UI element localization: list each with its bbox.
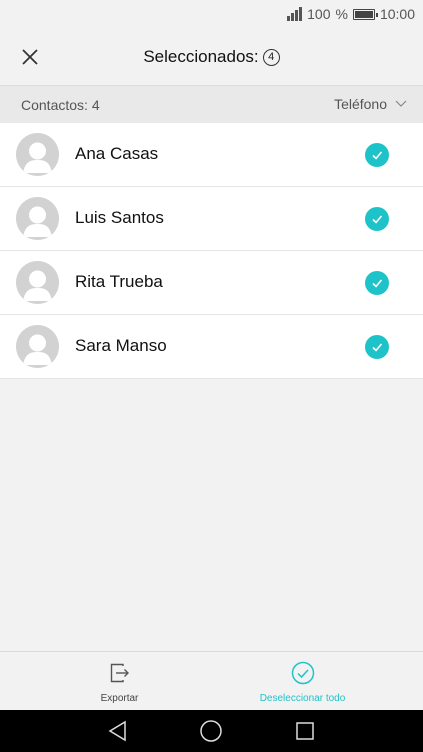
home-button[interactable] — [199, 719, 223, 743]
page-title-text: Seleccionados: — [143, 47, 259, 66]
contacts-count: Contactos: 4 — [21, 97, 100, 113]
chevron-down-icon — [395, 100, 407, 107]
list-item[interactable]: Ana Casas — [0, 123, 423, 187]
check-icon — [372, 343, 383, 352]
check-icon — [372, 151, 383, 160]
checkbox-checked[interactable] — [365, 143, 389, 167]
bottom-toolbar: Exportar Deseleccionar todo — [0, 651, 423, 710]
avatar — [16, 325, 59, 368]
contact-name: Rita Trueba — [75, 272, 163, 291]
back-button[interactable] — [106, 719, 130, 743]
status-indicators: 100 % 10:00 — [287, 6, 415, 22]
header: Seleccionados: 4 — [0, 30, 423, 85]
deselect-all-button[interactable]: Deseleccionar todo — [197, 652, 408, 710]
source-dropdown[interactable]: Teléfono — [334, 96, 407, 112]
contact-list: Ana Casas Luis Santos Rita Trueba Sara M… — [0, 123, 423, 379]
selected-count-badge: 4 — [262, 48, 280, 66]
back-triangle-icon — [108, 720, 126, 742]
page-title: Seleccionados: 4 — [0, 47, 423, 67]
contact-name: Sara Manso — [75, 336, 167, 355]
recents-button[interactable] — [293, 719, 317, 743]
checkbox-checked[interactable] — [365, 335, 389, 359]
check-icon — [372, 215, 383, 224]
list-item[interactable]: Sara Manso — [0, 315, 423, 379]
export-icon — [110, 663, 129, 683]
recents-square-icon — [296, 722, 314, 740]
avatar — [16, 133, 59, 176]
contact-name: Luis Santos — [75, 208, 164, 227]
person-icon — [16, 197, 59, 240]
checkbox-checked[interactable] — [365, 207, 389, 231]
list-subheader: Contactos: 4 Teléfono — [0, 85, 423, 123]
export-label: Exportar — [100, 693, 139, 704]
export-button[interactable]: Exportar — [14, 652, 225, 710]
deselect-all-label: Deseleccionar todo — [259, 693, 346, 704]
check-circle-icon — [291, 661, 314, 685]
check-icon — [372, 279, 383, 288]
screen: 100 % 10:00 Seleccionados: 4 Contactos: … — [0, 0, 423, 752]
battery-icon — [352, 8, 378, 20]
checkbox-checked[interactable] — [365, 271, 389, 295]
navigation-bar — [0, 710, 423, 752]
battery-percent-sign: % — [335, 6, 348, 22]
list-item[interactable]: Luis Santos — [0, 187, 423, 251]
person-icon — [16, 133, 59, 176]
home-circle-icon — [200, 720, 222, 742]
status-bar: 100 % 10:00 — [0, 0, 423, 30]
source-label: Teléfono — [334, 96, 387, 112]
person-icon — [16, 325, 59, 368]
person-icon — [16, 261, 59, 304]
clock: 10:00 — [379, 6, 415, 22]
list-item[interactable]: Rita Trueba — [0, 251, 423, 315]
contact-name: Ana Casas — [75, 144, 159, 163]
signal-icon — [287, 7, 303, 21]
battery-percent: 100 — [307, 6, 331, 22]
avatar — [16, 197, 59, 240]
avatar — [16, 261, 59, 304]
